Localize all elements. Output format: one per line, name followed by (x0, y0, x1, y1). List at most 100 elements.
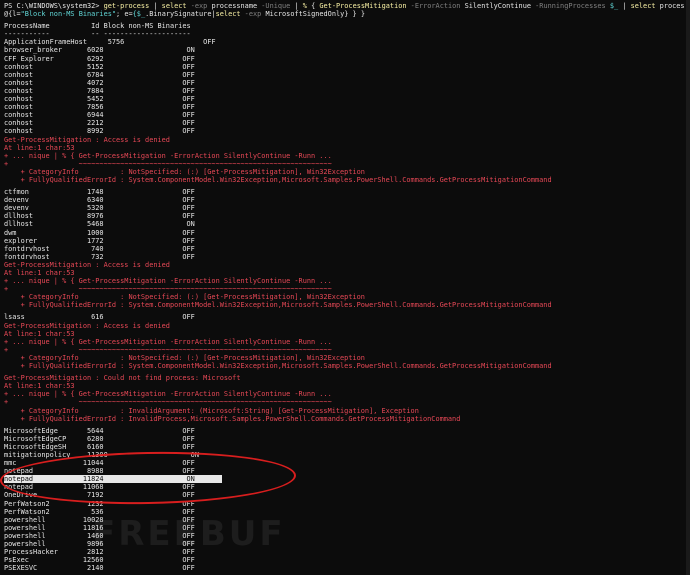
command-token: -ErrorAction (406, 2, 465, 10)
process-row-text: MicrosoftEdgeSH 6160 OFF (4, 442, 199, 451)
process-row[interactable]: fontdrvhost 732 OFF (4, 253, 684, 261)
command-token: {$_ (132, 10, 146, 19)
process-row[interactable]: powershell 9896 OFF (4, 540, 684, 548)
command-token: processname (211, 2, 258, 10)
process-row-text: conhost 5452 OFF (4, 95, 199, 104)
selected-process-row-text: notepad 11824 ON (4, 475, 222, 484)
process-row[interactable]: devenv 6340 OFF (4, 196, 684, 204)
command-token: processname, Id, (659, 2, 684, 10)
process-row[interactable]: notepad 8988 OFF (4, 467, 684, 475)
command-line-2[interactable]: @{l="Block non-MS Binaries"; e={$_.Binar… (4, 10, 684, 18)
command-token: Get-ProcessMitigation (319, 2, 407, 10)
process-row[interactable]: conhost 7856 OFF (4, 103, 684, 111)
process-row[interactable]: dwm 1000 OFF (4, 229, 684, 237)
process-row-text: powershell 10028 OFF (4, 515, 199, 524)
process-row[interactable]: conhost 4072 OFF (4, 79, 684, 87)
process-row[interactable]: MicrosoftEdge 5644 OFF (4, 427, 684, 435)
process-row[interactable]: conhost 2212 OFF (4, 119, 684, 127)
process-row[interactable]: PSEXESVC 2140 OFF (4, 564, 684, 572)
process-row-text: powershell 1460 OFF (4, 531, 199, 540)
process-row-text: notepad 11068 OFF (4, 483, 199, 492)
process-row[interactable]: conhost 5152 OFF (4, 63, 684, 71)
process-row-text: conhost 6944 OFF (4, 111, 199, 120)
process-row-text: powershell 9896 OFF (4, 540, 199, 548)
error-line: + ~~~~~~~~~~~~~~~~~~~~~~~~~~~~~~~~~~~~~~… (4, 398, 332, 407)
command-token: -Unique (257, 2, 291, 10)
console-scrollbar[interactable] (686, 0, 690, 575)
process-row[interactable]: powershell 11816 OFF (4, 524, 684, 532)
error-line: + CategoryInfo : NotSpecified: (:) [Get-… (4, 167, 365, 176)
process-row[interactable]: conhost 6944 OFF (4, 111, 684, 119)
process-row[interactable]: MicrosoftEdgeCP 6280 OFF (4, 435, 684, 443)
process-row-text: MicrosoftEdgeCP 6280 OFF (4, 434, 199, 443)
process-row-text: MicrosoftEdge 5644 OFF (4, 426, 199, 435)
error-line: Get-ProcessMitigation : Access is denied (4, 135, 170, 144)
process-row-text: browser_broker 6028 ON (4, 46, 199, 55)
process-row-text: ApplicationFrameHost 5756 OFF (4, 38, 220, 47)
process-row-text: ProcessHacker 2812 OFF (4, 548, 199, 557)
error-line: + ~~~~~~~~~~~~~~~~~~~~~~~~~~~~~~~~~~~~~~… (4, 345, 332, 354)
error-line: At line:1 char:53 (4, 143, 75, 152)
command-token: -exp (240, 10, 266, 19)
process-row[interactable]: MicrosoftEdgeSH 6160 OFF (4, 443, 684, 451)
process-row-text: OneDrive 7192 OFF (4, 491, 199, 500)
command-token: { (306, 2, 320, 10)
process-row-text: dwm 1000 OFF (4, 228, 199, 237)
process-row[interactable]: mitigationpolicy 11300 ON (4, 451, 684, 459)
command-token: | (618, 2, 631, 10)
table-header-underline: ----------- -- --------------------- (4, 30, 191, 39)
process-row[interactable]: PsExec 12560 OFF (4, 556, 684, 564)
process-row[interactable]: mmc 11044 OFF (4, 459, 684, 467)
error-line: + CategoryInfo : NotSpecified: (:) [Get-… (4, 293, 365, 302)
process-row[interactable]: dllhost 5468 ON (4, 220, 684, 228)
process-row[interactable]: browser_broker 6028 ON (4, 46, 684, 54)
error-line: + ... nique | % { Get-ProcessMitigation … (4, 390, 332, 399)
process-row[interactable]: explorer 1772 OFF (4, 237, 684, 245)
command-token: $_ (609, 2, 619, 10)
error-line: + ... nique | % { Get-ProcessMitigation … (4, 337, 332, 346)
command-token: ; e= (116, 10, 133, 19)
process-row[interactable]: PerfWatson2 536 OFF (4, 508, 684, 516)
process-row[interactable]: ProcessHacker 2812 OFF (4, 548, 684, 556)
error-line: At line:1 char:53 (4, 269, 75, 277)
process-row[interactable]: fontdrvhost 740 OFF (4, 245, 684, 253)
process-row-text: lsass 616 OFF (4, 313, 199, 322)
command-token: select (161, 2, 187, 10)
command-token: @{l= (4, 10, 21, 19)
command-token: -exp (186, 2, 212, 10)
process-row[interactable]: CFF Explorer 6292 OFF (4, 55, 684, 63)
process-row[interactable]: ApplicationFrameHost 5756 OFF (4, 38, 684, 46)
process-row[interactable]: devenv 5320 OFF (4, 204, 684, 212)
prompt: PS C:\WINDOWS\system32> (4, 2, 104, 10)
process-row[interactable]: conhost 6784 OFF (4, 71, 684, 79)
process-row[interactable]: conhost 5452 OFF (4, 95, 684, 103)
process-row[interactable]: lsass 616 OFF (4, 313, 684, 321)
process-row-text: fontdrvhost 732 OFF (4, 252, 199, 261)
process-row-text: conhost 7856 OFF (4, 103, 199, 112)
process-row[interactable]: notepad 11824 ON (4, 475, 684, 484)
command-token: -RunningProcesses (531, 2, 610, 10)
process-row[interactable]: powershell 10028 OFF (4, 516, 684, 524)
process-row[interactable]: dllhost 8976 OFF (4, 212, 684, 220)
process-row[interactable]: conhost 8992 OFF (4, 127, 684, 135)
process-row[interactable]: ctfmon 1748 OFF (4, 188, 684, 196)
process-row[interactable]: notepad 11068 OFF (4, 483, 684, 491)
process-row[interactable]: PerfWatson2 1232 OFF (4, 500, 684, 508)
process-row-text: dllhost 8976 OFF (4, 212, 199, 221)
command-token: MicrosoftSignedOnly} } } (265, 10, 366, 19)
process-row-text: PerfWatson2 536 OFF (4, 507, 199, 516)
console-output: ApplicationFrameHost 5756 OFF browser_br… (4, 38, 684, 572)
process-row-text: CFF Explorer 6292 OFF (4, 54, 199, 63)
process-row[interactable]: OneDrive 7192 OFF (4, 491, 684, 499)
command-line-1[interactable]: PS C:\WINDOWS\system32> get-process | se… (4, 2, 684, 10)
command-token: select (215, 10, 241, 19)
error-line: + ~~~~~~~~~~~~~~~~~~~~~~~~~~~~~~~~~~~~~~… (4, 159, 332, 168)
process-row[interactable]: powershell 1460 OFF (4, 532, 684, 540)
command-token: .BinarySignature| (145, 10, 216, 19)
powershell-console[interactable]: PS C:\WINDOWS\system32> get-process | se… (0, 0, 686, 575)
command-text-continued: @{l="Block non-MS Binaries"; e={$_.Binar… (4, 10, 365, 18)
error-line: + FullyQualifiedErrorId : System.Compone… (4, 175, 552, 184)
process-row-text: explorer 1772 OFF (4, 236, 199, 245)
process-row[interactable]: conhost 7884 OFF (4, 87, 684, 95)
table-header: ProcessName Id Block non-MS Binaries (4, 22, 191, 31)
